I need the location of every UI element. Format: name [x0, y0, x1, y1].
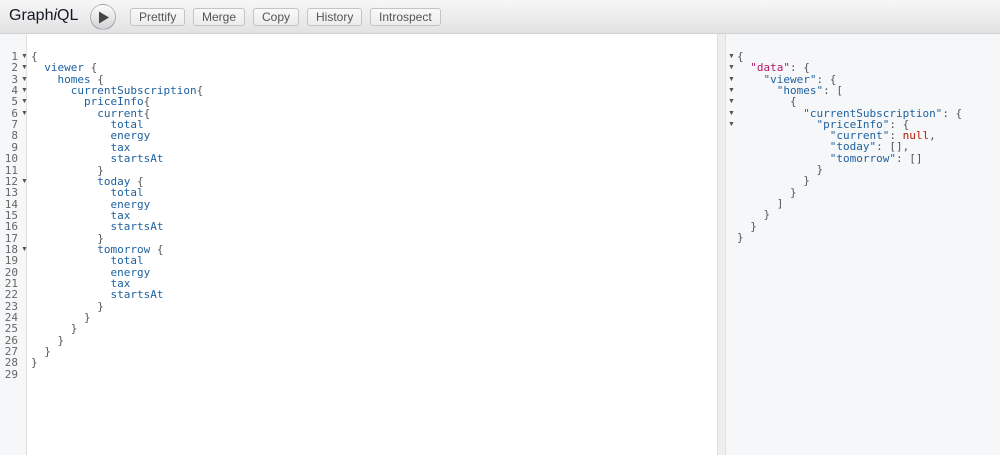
query-field: startsAt	[110, 220, 164, 234]
fold-arrow-icon[interactable]: ▼	[21, 85, 28, 97]
json-key: "tomorrow"	[829, 151, 896, 165]
code-punctuation: }	[57, 333, 65, 347]
result-line: }	[737, 232, 744, 243]
fold-arrow-icon[interactable]: ▼	[21, 176, 28, 188]
code-punctuation: }	[70, 322, 78, 336]
fold-arrow-icon[interactable]: ▼	[728, 85, 735, 96]
code-punctuation: }	[97, 299, 104, 313]
app-title-end: QL	[57, 7, 79, 24]
json-punctuation: : [	[823, 83, 843, 97]
json-punctuation: }	[737, 230, 744, 244]
code-line: }	[31, 357, 38, 369]
line-number: 29	[4, 367, 18, 381]
code-punctuation: {	[196, 84, 204, 98]
result-viewer: ▼{▼ "data": {▼ "viewer": {▼ "homes": [▼ …	[726, 34, 1000, 455]
code-punctuation: {	[150, 242, 164, 256]
fold-arrow-icon[interactable]: ▼	[728, 119, 735, 130]
execute-query-button[interactable]	[90, 4, 116, 30]
fold-arrow-icon[interactable]: ▼	[728, 51, 735, 62]
query-editor[interactable]: 1 ▼{2 ▼ viewer {3 ▼ homes {4 ▼ currentSubscr…	[0, 34, 717, 455]
code-punctuation: {	[143, 106, 151, 120]
query-field: startsAt	[110, 152, 164, 166]
fold-arrow-icon[interactable]: ▼	[21, 74, 28, 86]
play-icon	[99, 11, 109, 24]
pane-resize-handle[interactable]	[717, 34, 726, 455]
merge-button[interactable]: Merge	[193, 8, 246, 26]
code-punctuation: }	[83, 311, 91, 325]
json-punctuation: ,	[929, 129, 936, 143]
json-punctuation: : []	[895, 151, 923, 165]
fold-arrow-icon[interactable]: ▼	[21, 51, 28, 63]
fold-arrow-icon[interactable]: ▼	[728, 74, 735, 85]
app-title: GraphiQL	[9, 7, 78, 25]
fold-arrow-icon[interactable]: ▼	[728, 62, 735, 73]
top-bar: GraphiQL Prettify Merge Copy History Int…	[0, 0, 1000, 34]
fold-arrow-icon[interactable]: ▼	[21, 62, 28, 74]
app-title-main: Graph	[9, 7, 54, 24]
json-punctuation: : {	[942, 106, 963, 120]
history-button[interactable]: History	[307, 8, 363, 26]
code-punctuation: }	[44, 345, 51, 359]
introspect-button[interactable]: Introspect	[370, 8, 441, 26]
copy-button[interactable]: Copy	[253, 8, 300, 26]
fold-arrow-icon[interactable]: ▼	[21, 108, 28, 120]
code-punctuation: }	[31, 356, 38, 370]
query-field: startsAt	[110, 288, 164, 302]
prettify-button[interactable]: Prettify	[130, 8, 186, 26]
fold-arrow-icon[interactable]: ▼	[728, 96, 735, 107]
fold-arrow-icon[interactable]: ▼	[728, 108, 735, 119]
fold-arrow-icon[interactable]: ▼	[21, 96, 28, 108]
fold-arrow-icon[interactable]: ▼	[21, 244, 28, 256]
